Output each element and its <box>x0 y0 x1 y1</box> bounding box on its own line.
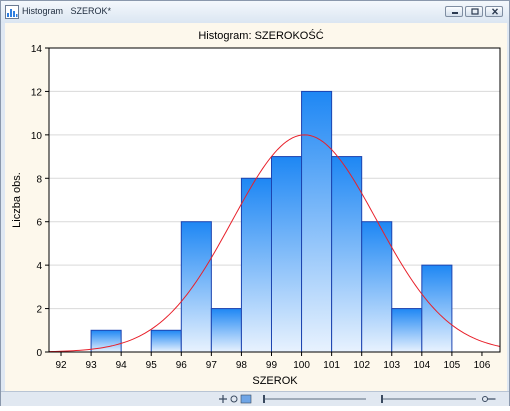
histogram-window: Histogram SZEROK* 0 2 4 6 8 10 12 14 92 … <box>0 0 510 406</box>
slider-icon[interactable] <box>263 395 366 403</box>
y-axis-ticks: 0 2 4 6 8 10 12 14 <box>31 44 49 359</box>
maximize-button[interactable] <box>465 6 483 17</box>
y-tick-label: 14 <box>31 44 43 55</box>
histogram-bar <box>240 177 272 353</box>
histogram-bar <box>210 308 242 353</box>
x-axis-ticks: 92 93 94 95 96 97 98 99 100 101 102 103 104 105 106 <box>55 352 491 371</box>
y-tick-label: 6 <box>36 218 42 229</box>
x-tick-label: 100 <box>293 360 310 371</box>
histogram-chart: 0 2 4 6 8 10 12 14 92 93 94 95 96 97 98 99 100 101 102 103… <box>11 29 501 387</box>
histogram-bar <box>180 221 212 353</box>
title-bar[interactable]: Histogram SZEROK* <box>1 1 509 23</box>
x-tick-label: 99 <box>266 360 278 371</box>
histogram-icon <box>5 5 19 19</box>
status-controls <box>219 394 496 404</box>
x-tick-label: 103 <box>383 360 400 371</box>
chart-title: Histogram: SZEROKOŚĆ <box>198 29 323 42</box>
maximize-icon <box>471 8 479 15</box>
y-tick-label: 2 <box>36 305 42 316</box>
y-tick-label: 12 <box>31 87 43 98</box>
status-bar <box>1 391 509 406</box>
zoom-icon[interactable] <box>230 394 252 404</box>
x-tick-label: 101 <box>323 360 340 371</box>
x-tick-label: 102 <box>353 360 370 371</box>
x-tick-label: 97 <box>206 360 218 371</box>
x-tick-label: 105 <box>444 360 461 371</box>
close-button[interactable] <box>485 6 503 17</box>
slider-icon[interactable] <box>381 395 476 403</box>
key-icon[interactable] <box>482 396 496 402</box>
histogram-bar <box>270 156 303 353</box>
histogram-bar <box>421 264 453 353</box>
y-tick-label: 10 <box>31 131 43 142</box>
y-tick-label: 4 <box>36 261 42 272</box>
x-tick-label: 93 <box>86 360 98 371</box>
x-tick-label: 94 <box>116 360 128 371</box>
pan-icon[interactable] <box>219 395 227 403</box>
y-tick-label: 0 <box>36 348 42 359</box>
y-tick-label: 8 <box>36 174 42 185</box>
window-title: Histogram SZEROK* <box>22 6 112 16</box>
x-tick-label: 95 <box>146 360 158 371</box>
x-tick-label: 92 <box>55 360 67 371</box>
histogram-bar <box>361 221 393 353</box>
minimize-icon <box>452 12 458 14</box>
x-tick-label: 106 <box>474 360 491 371</box>
histogram-bar <box>301 90 333 353</box>
close-icon <box>491 8 499 15</box>
x-tick-label: 96 <box>176 360 188 371</box>
y-axis-label: Liczba obs. <box>11 172 23 228</box>
histogram-bar <box>150 329 182 353</box>
plot-area: 0 2 4 6 8 10 12 14 92 93 94 95 96 97 98 99 100 101 102 103… <box>5 23 507 391</box>
minimize-button[interactable] <box>445 6 463 17</box>
histogram-bar <box>391 308 423 353</box>
x-tick-label: 104 <box>413 360 430 371</box>
x-tick-label: 98 <box>236 360 248 371</box>
x-axis-label: SZEROK <box>252 375 298 387</box>
